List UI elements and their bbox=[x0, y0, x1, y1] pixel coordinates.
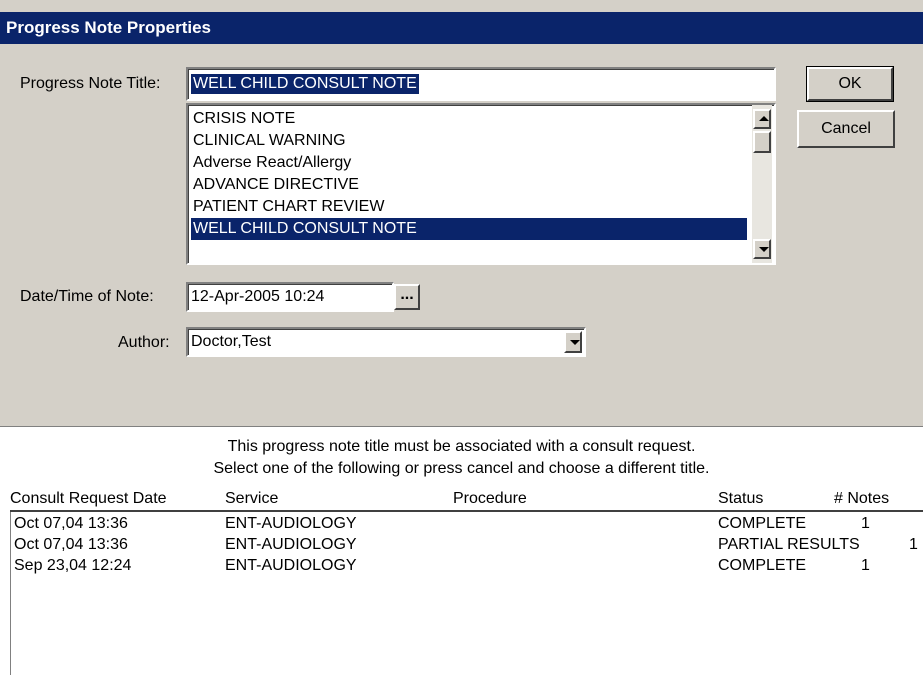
cell-date: Sep 23,04 12:24 bbox=[14, 557, 132, 574]
note-title-listbox[interactable]: CRISIS NOTE CLINICAL WARNING Adverse React… bbox=[186, 103, 776, 265]
note-title-list-item[interactable]: WELL CHILD CONSULT NOTE bbox=[191, 218, 747, 240]
column-header-procedure[interactable]: Procedure bbox=[453, 490, 527, 508]
progress-note-title-value: WELL CHILD CONSULT NOTE bbox=[191, 74, 419, 94]
progress-note-properties-dialog: Progress Note Properties Progress Note T… bbox=[0, 0, 923, 675]
grid-left-border bbox=[10, 512, 11, 675]
note-title-list-item[interactable] bbox=[191, 240, 747, 262]
arrow-up-icon bbox=[759, 116, 769, 121]
cell-service: ENT-AUDIOLOGY bbox=[225, 536, 357, 553]
date-picker-button[interactable]: ... bbox=[394, 284, 420, 310]
column-header-service[interactable]: Service bbox=[225, 490, 278, 508]
note-title-list-item[interactable]: PATIENT CHART REVIEW bbox=[191, 196, 747, 218]
cell-service: ENT-AUDIOLOGY bbox=[225, 515, 357, 532]
author-label: Author: bbox=[118, 334, 170, 351]
scroll-thumb[interactable] bbox=[753, 131, 771, 153]
ok-button[interactable]: OK bbox=[806, 66, 894, 102]
consult-message-line2: Select one of the following or press can… bbox=[213, 460, 710, 477]
arrow-down-icon bbox=[759, 247, 769, 252]
note-title-list-item[interactable]: Adverse React/Allergy bbox=[191, 152, 747, 174]
scroll-down-button[interactable] bbox=[753, 239, 771, 259]
author-value: Doctor,Test bbox=[191, 333, 272, 350]
column-header-status[interactable]: Status bbox=[718, 490, 763, 508]
window-title: Progress Note Properties bbox=[0, 12, 923, 44]
cell-date: Oct 07,04 13:36 bbox=[14, 515, 128, 532]
progress-note-title-label: Progress Note Title: bbox=[20, 75, 161, 92]
cell-service: ENT-AUDIOLOGY bbox=[225, 557, 357, 574]
author-dropdown-button[interactable] bbox=[564, 331, 582, 353]
cell-status: PARTIAL RESULTS bbox=[718, 536, 860, 553]
cancel-button[interactable]: Cancel bbox=[797, 110, 895, 148]
chevron-down-icon bbox=[570, 340, 580, 345]
cell-notes: 1 bbox=[909, 536, 918, 553]
note-title-list-item[interactable]: CRISIS NOTE bbox=[191, 108, 747, 130]
listbox-scrollbar[interactable] bbox=[752, 105, 772, 263]
date-time-input[interactable]: 12-Apr-2005 10:24 bbox=[186, 282, 394, 312]
date-time-label: Date/Time of Note: bbox=[20, 288, 154, 305]
author-combobox[interactable]: Doctor,Test bbox=[186, 327, 586, 357]
column-header-notes[interactable]: # Notes bbox=[834, 490, 889, 508]
cell-notes: 1 bbox=[861, 557, 870, 574]
column-header-date[interactable]: Consult Request Date bbox=[10, 490, 167, 508]
cell-status: COMPLETE bbox=[718, 515, 807, 532]
note-title-list-item[interactable]: CLINICAL WARNING bbox=[191, 130, 747, 152]
progress-note-title-input[interactable]: WELL CHILD CONSULT NOTE bbox=[186, 67, 776, 101]
consult-message-line1: This progress note title must be associa… bbox=[227, 438, 696, 455]
cell-status: COMPLETE bbox=[718, 557, 807, 574]
cell-date: Oct 07,04 13:36 bbox=[14, 536, 128, 553]
cell-notes: 1 bbox=[861, 515, 870, 532]
date-time-value: 12-Apr-2005 10:24 bbox=[191, 288, 325, 305]
scroll-up-button[interactable] bbox=[753, 109, 771, 129]
header-divider bbox=[10, 510, 923, 512]
note-title-list-item[interactable]: ADVANCE DIRECTIVE bbox=[191, 174, 747, 196]
